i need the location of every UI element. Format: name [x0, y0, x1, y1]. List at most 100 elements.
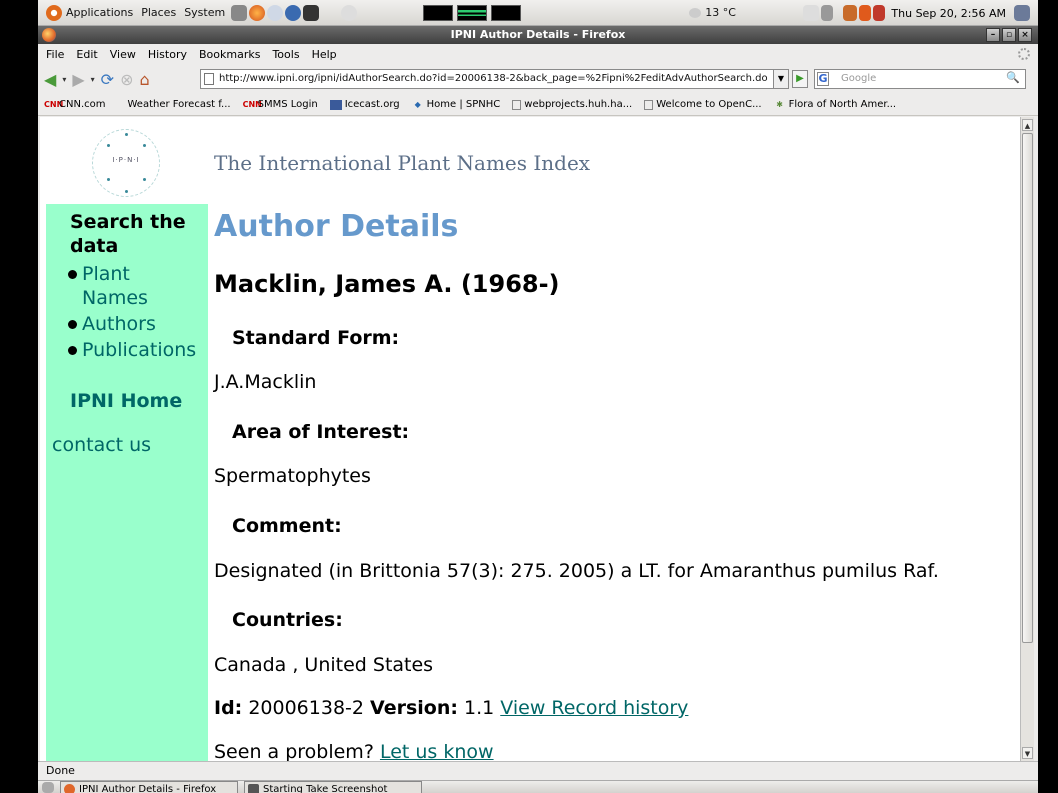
author-details: Author Details Macklin, James A. (1968-)…: [214, 117, 1014, 761]
version-value: 1.1: [464, 697, 495, 719]
network-icon[interactable]: [231, 4, 248, 21]
ipni-home-link[interactable]: IPNI Home: [70, 390, 182, 412]
logo-text: I·P·N·I: [112, 156, 140, 164]
comment-value: Designated (in Brittonia 57(3): 275. 200…: [214, 560, 939, 582]
firefox-launcher-icon[interactable]: [249, 4, 266, 21]
minimize-button[interactable]: –: [986, 28, 1000, 42]
comment-label: Comment:: [232, 515, 342, 537]
window-title: IPNI Author Details - Firefox: [450, 28, 626, 41]
page-icon: [644, 99, 654, 110]
standard-form-label: Standard Form:: [232, 327, 400, 349]
cloud-icon: [689, 7, 702, 18]
alert-icon[interactable]: [859, 5, 872, 21]
search-placeholder: Google: [841, 73, 877, 84]
task-screenshot[interactable]: Starting Take Screenshot: [244, 781, 422, 793]
mail-launcher-icon[interactable]: [267, 4, 284, 21]
record-id-line: Id: 20006138-2 Version: 1.1 View Record …: [214, 697, 688, 719]
menu-tools[interactable]: Tools: [272, 48, 299, 61]
page-icon: [512, 99, 522, 110]
menu-bookmarks[interactable]: Bookmarks: [199, 48, 260, 61]
sidebar-search-list: Plant Names Authors Publications: [66, 262, 196, 364]
clipboard-icon[interactable]: [341, 4, 358, 21]
bookmark-weather[interactable]: Weather Forecast f...: [127, 99, 230, 110]
panel-clock[interactable]: Thu Sep 20, 2:56 AM: [891, 7, 1006, 20]
panel-tray: Thu Sep 20, 2:56 AM: [801, 0, 1030, 26]
sidebar: Search the data Plant Names Authors Publ…: [46, 204, 208, 761]
vertical-scrollbar[interactable]: ▲ ▼: [1020, 117, 1034, 761]
bookmark-smms[interactable]: CNN SMMS Login: [243, 99, 318, 110]
applications-menu[interactable]: Applications: [46, 4, 133, 21]
sidebar-item-publications[interactable]: Publications: [66, 338, 196, 362]
standard-form-value: J.A.Macklin: [214, 371, 317, 393]
flora-icon: ✱: [776, 99, 783, 109]
task-firefox[interactable]: IPNI Author Details - Firefox: [60, 781, 238, 793]
system-menu[interactable]: System: [184, 6, 225, 19]
close-button[interactable]: ×: [1018, 28, 1032, 42]
system-monitor-network: [491, 4, 522, 21]
reload-icon[interactable]: ⟳: [101, 70, 114, 89]
back-history-chevron-icon[interactable]: ▾: [62, 75, 66, 84]
bookmark-icecast[interactable]: Icecast.org: [329, 99, 400, 110]
firefox-window-icon[interactable]: [42, 28, 56, 42]
search-bar[interactable]: G Google: [814, 69, 1026, 89]
forward-icon[interactable]: ▶: [72, 70, 84, 89]
sidebar-item-plant-names[interactable]: Plant Names: [66, 262, 162, 310]
system-monitor-memory: [457, 4, 488, 21]
navigation-toolbar: ◀ ▾ ▶ ▾ ⟳ ⊗ ⌂ http://www.ipni.org/ipni/i…: [38, 64, 1038, 94]
menu-file[interactable]: File: [46, 48, 64, 61]
update-icon[interactable]: [843, 5, 858, 21]
bookmark-webprojects[interactable]: webprojects.huh.ha...: [512, 99, 632, 110]
logout-icon[interactable]: [873, 5, 886, 21]
bookmark-label: Flora of North Amer...: [788, 99, 897, 110]
scrollbar-thumb[interactable]: [1022, 133, 1033, 643]
weather-temp: 13 °C: [705, 6, 736, 19]
places-menu[interactable]: Places: [141, 6, 176, 19]
menu-help[interactable]: Help: [312, 48, 337, 61]
page-viewport[interactable]: I·P·N·I The International Plant Names In…: [40, 117, 1020, 761]
notes-icon[interactable]: [803, 5, 820, 21]
view-record-history-link[interactable]: View Record history: [500, 697, 688, 719]
countries-label: Countries:: [232, 609, 343, 631]
show-desktop-button-icon[interactable]: [42, 782, 54, 793]
url-bar[interactable]: http://www.ipni.org/ipni/idAuthorSearch.…: [200, 69, 780, 89]
scroll-up-arrow-icon[interactable]: ▲: [1022, 119, 1033, 131]
bookmark-label: Icecast.org: [344, 99, 400, 110]
icecast-icon: [329, 99, 342, 110]
menu-edit[interactable]: Edit: [76, 48, 97, 61]
desktop-screen: Applications Places System 13 °C Thu Sep…: [38, 0, 1038, 793]
google-engine-icon[interactable]: G: [817, 72, 829, 86]
bookmark-openc[interactable]: Welcome to OpenC...: [644, 99, 762, 110]
bookmark-label: Weather Forecast f...: [127, 99, 231, 110]
let-us-know-link[interactable]: Let us know: [380, 741, 494, 761]
search-icon[interactable]: 🔍: [1006, 71, 1020, 84]
gnome-top-panel: Applications Places System 13 °C Thu Sep…: [38, 0, 1038, 26]
go-button[interactable]: ▶: [792, 70, 808, 88]
window-titlebar[interactable]: IPNI Author Details - Firefox – ▫ ×: [38, 26, 1038, 44]
throbber-icon: [1018, 48, 1030, 60]
scroll-down-arrow-icon[interactable]: ▼: [1022, 747, 1033, 759]
help-launcher-icon[interactable]: [285, 4, 302, 21]
weather-applet[interactable]: 13 °C: [689, 6, 736, 19]
menu-view[interactable]: View: [110, 48, 136, 61]
url-text: http://www.ipni.org/ipni/idAuthorSearch.…: [219, 73, 768, 84]
maximize-button[interactable]: ▫: [1002, 28, 1016, 42]
sidebar-heading: Search the data: [70, 211, 186, 257]
ipni-logo[interactable]: I·P·N·I: [92, 129, 160, 197]
terminal-launcher-icon[interactable]: [303, 4, 320, 21]
menu-history[interactable]: History: [148, 48, 187, 61]
show-desktop-icon[interactable]: [1014, 5, 1030, 21]
bookmark-label: Welcome to OpenC...: [656, 99, 762, 110]
bookmark-spnhc[interactable]: ◆ Home | SPNHC: [412, 99, 501, 110]
stop-icon[interactable]: ⊗: [120, 70, 133, 89]
volume-icon[interactable]: [821, 5, 834, 21]
sidebar-item-authors[interactable]: Authors: [66, 312, 196, 336]
sidebar-item-label: Authors: [82, 313, 156, 335]
bookmark-cnn[interactable]: CNN CNN.com: [44, 99, 105, 110]
home-icon[interactable]: ⌂: [139, 70, 149, 89]
url-history-dropdown[interactable]: ▼: [773, 69, 789, 89]
forward-history-chevron-icon[interactable]: ▾: [91, 75, 95, 84]
bookmark-label: webprojects.huh.ha...: [524, 99, 633, 110]
contact-us-link[interactable]: contact us: [52, 434, 151, 456]
back-icon[interactable]: ◀: [44, 70, 56, 89]
bookmark-flora[interactable]: ✱ Flora of North Amer...: [774, 99, 897, 110]
